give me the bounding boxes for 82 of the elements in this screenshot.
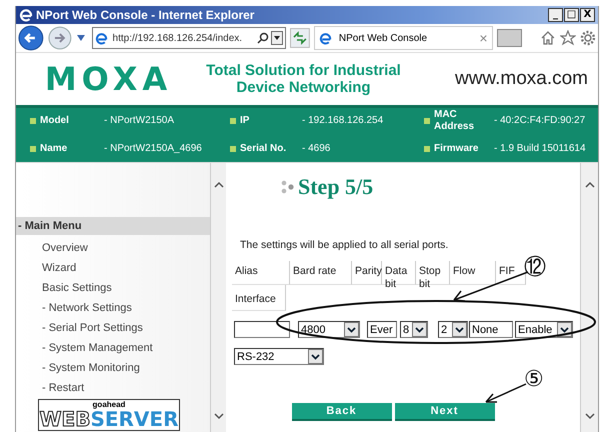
dropdown[interactable]: Enable: [515, 321, 573, 338]
star-icon[interactable]: [560, 30, 576, 46]
column-header: Bard rate: [290, 261, 352, 285]
tagline: Total Solution for Industrial Device Networking: [205, 62, 402, 96]
info-value: - NPortW2150A: [104, 115, 174, 127]
menu-item[interactable]: - System Monitoring: [16, 358, 210, 378]
column-header: Flow: [450, 261, 496, 285]
window-control[interactable]: X: [580, 8, 595, 22]
window-control[interactable]: _: [548, 8, 563, 22]
refresh-icon[interactable]: [290, 28, 310, 48]
dropdown[interactable]: 4800: [298, 321, 360, 338]
note-text: The settings will be applied to all serial ports.: [240, 239, 450, 251]
callout-number: ⑤: [524, 368, 544, 392]
info-label: IP: [240, 115, 250, 127]
menu-item[interactable]: - Serial Port Settings: [16, 318, 210, 338]
bullet-icon: [230, 146, 236, 152]
callout-arrow: [485, 383, 526, 403]
column-header: Parity: [352, 261, 382, 285]
info-label: Model: [40, 115, 70, 127]
menu-item[interactable]: Wizard: [16, 258, 210, 278]
scroll-down-icon[interactable]: [214, 413, 224, 420]
info-value: - NPortW2150A_4696: [104, 143, 202, 155]
info-label: Name: [40, 143, 68, 155]
scroll-down-icon[interactable]: [584, 413, 594, 420]
browser-tab[interactable]: NPort Web Console ×: [314, 26, 493, 50]
info-label: MAC Address: [434, 109, 476, 133]
chevron-down-icon[interactable]: [347, 326, 356, 332]
chevron-down-icon[interactable]: [415, 326, 424, 332]
website-url: www.moxa.com: [454, 68, 589, 90]
menu-item[interactable]: Overview: [16, 238, 210, 258]
input-field[interactable]: [234, 321, 290, 338]
logo-text: WEB: [40, 407, 90, 431]
menu-heading[interactable]: - Main Menu: [16, 217, 210, 235]
info-value: - 4696: [302, 143, 330, 155]
browser-logo-icon: [318, 32, 332, 44]
info-label: Serial No.: [240, 143, 288, 155]
moxa-logo: MOXA: [44, 60, 174, 98]
info-label: Firmware: [434, 143, 480, 155]
new-tab-button[interactable]: [496, 29, 522, 47]
scrollbar[interactable]: [210, 163, 226, 432]
column-header: Alias: [232, 261, 290, 285]
search-icon[interactable]: [257, 32, 270, 44]
bullet-icon: [30, 118, 36, 124]
column-header: Data bit: [382, 261, 416, 285]
menu-item[interactable]: - Restart: [16, 378, 210, 398]
chevron-down-icon[interactable]: [455, 326, 464, 332]
browser-logo-icon: [19, 8, 33, 22]
dropdown[interactable]: 2: [438, 321, 468, 338]
info-value: - 40:2C:F4:FD:90:27: [494, 115, 586, 127]
input-field[interactable]: None: [469, 321, 513, 338]
menu-item[interactable]: - System Management: [16, 338, 210, 358]
bullet-icon: [30, 146, 36, 152]
chevron-down-icon[interactable]: [560, 326, 569, 332]
bullet-icon: [424, 146, 430, 152]
bullet-icon: [230, 118, 236, 124]
scroll-up-icon[interactable]: [214, 181, 224, 188]
window-control[interactable]: □: [564, 8, 579, 22]
input-field[interactable]: Ever: [367, 321, 397, 338]
column-header: Interface: [232, 285, 286, 311]
step-title: Step 5/5: [298, 174, 374, 200]
dropdown[interactable]: RS-232: [234, 348, 324, 365]
close-tab-button[interactable]: ×: [479, 30, 488, 46]
home-icon[interactable]: [540, 30, 556, 46]
info-value: - 1.9 Build 15011614: [494, 143, 586, 155]
back-icon[interactable]: [18, 25, 44, 51]
logo-text: goahead: [92, 400, 126, 409]
dropdown[interactable]: 8: [400, 321, 428, 338]
browser-logo-icon: [94, 32, 108, 44]
settings-icon[interactable]: [580, 30, 596, 46]
bullet-icon: [424, 118, 430, 124]
info-value: - 192.168.126.254: [302, 115, 384, 127]
column-header: FIF: [496, 261, 526, 285]
scroll-up-icon[interactable]: [584, 181, 594, 188]
callout-number: ⑫: [524, 256, 546, 280]
scrollbar[interactable]: [580, 163, 598, 432]
dots-icon: [280, 179, 296, 195]
menu-item[interactable]: - Network Settings: [16, 298, 210, 318]
column-header: Stop bit: [416, 261, 450, 285]
window-title: NPort Web Console - Internet Explorer: [36, 8, 256, 22]
chevron-down-icon[interactable]: [311, 354, 320, 360]
address-bar[interactable]: http://192.168.126.254/index.: [92, 27, 286, 49]
menu-item[interactable]: Basic Settings: [16, 278, 210, 298]
